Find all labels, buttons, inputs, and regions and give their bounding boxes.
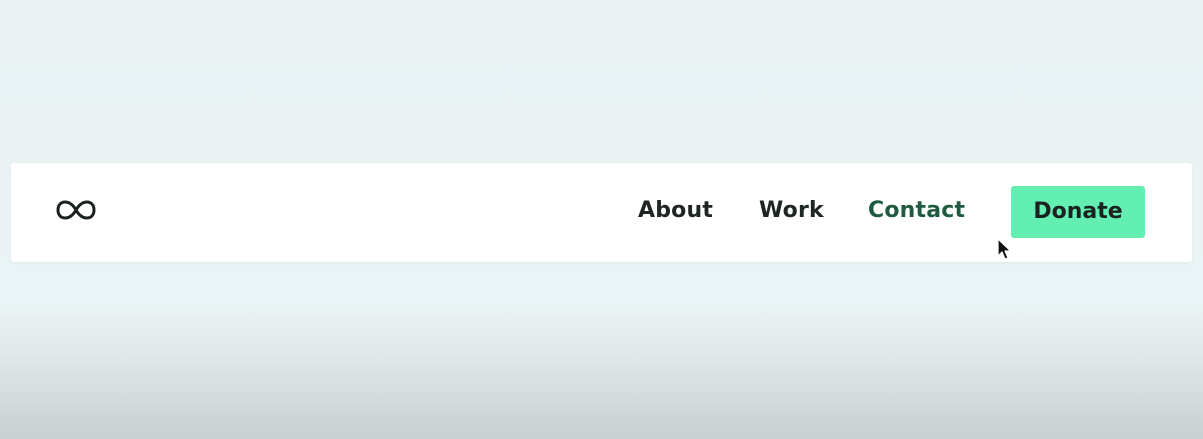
top-navigation-bar: About Work Contact Donate (11, 163, 1192, 262)
nav-link-about[interactable]: About (638, 198, 713, 224)
nav-link-work[interactable]: Work (759, 198, 824, 224)
donate-button[interactable]: Donate (1011, 186, 1145, 238)
nav-link-contact[interactable]: Contact (868, 198, 965, 224)
